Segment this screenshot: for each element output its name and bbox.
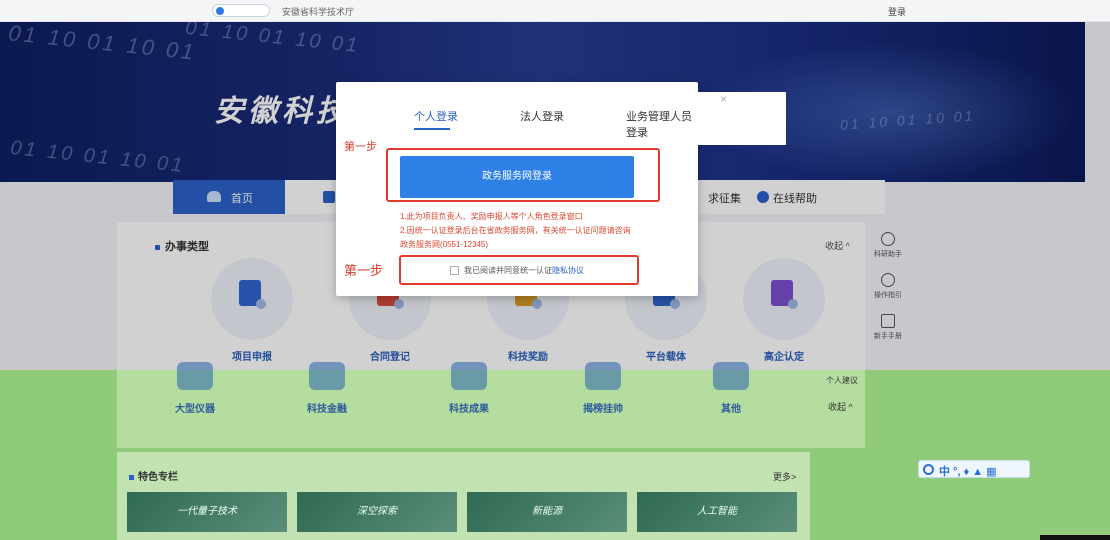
tab-legal-login[interactable]: 法人登录 — [520, 108, 564, 124]
service-instruments[interactable]: 大型仪器 — [155, 362, 235, 415]
collapse-link-2[interactable]: 收起 ^ — [828, 400, 853, 413]
lower-section: 大型仪器 科技金融 科技成果 揭榜挂帅 其他 个人建议 收起 ^ 特色专栏 更多… — [0, 362, 1110, 540]
service-achievements[interactable]: 科技成果 — [429, 362, 509, 415]
features-title: 特色专栏 — [129, 468, 178, 483]
portal-label[interactable]: 安徽省科学技术厅 — [282, 5, 354, 18]
top-bar: 安徽省科学技术厅 登录 — [0, 0, 1110, 22]
ime-status: 中 °, ♦ ▲ ▦ — [939, 466, 997, 478]
login-notes: 1.此为项目负责人、奖励申报人等个人角色登录窗口 2.因统一认证登录后台在省政务… — [400, 212, 631, 249]
services-row-2: 大型仪器 科技金融 科技成果 揭榜挂帅 其他 — [117, 362, 865, 448]
privacy-link[interactable]: 隐私协议 — [552, 266, 584, 275]
feature-card[interactable]: 新能源 — [467, 492, 627, 532]
instrument-icon — [177, 362, 213, 390]
challenge-icon — [585, 362, 621, 390]
taskbar-fragment — [1040, 535, 1110, 540]
step-annotation: 第一步 — [344, 263, 384, 278]
service-challenge[interactable]: 揭榜挂帅 — [563, 362, 643, 415]
login-link[interactable]: 登录 — [888, 5, 906, 18]
feature-card[interactable]: 深空探索 — [297, 492, 457, 532]
feature-card[interactable]: 一代量子技术 — [127, 492, 287, 532]
login-dialog: 个人登录 法人登录 业务管理人员登录 × 第一步 政务服务网登录 1.此为项目负… — [336, 82, 786, 296]
feature-card[interactable]: 人工智能 — [637, 492, 797, 532]
agree-text: 我已阅读并同意统一认证隐私协议 — [464, 266, 584, 275]
ime-toolbar[interactable]: 中 °, ♦ ▲ ▦ — [918, 460, 1030, 478]
tab-personal-login[interactable]: 个人登录 — [414, 108, 458, 124]
gov-service-login-button[interactable]: 政务服务网登录 — [400, 156, 634, 198]
achievement-icon — [451, 362, 487, 390]
service-finance[interactable]: 科技金融 — [287, 362, 367, 415]
tab-staff-login[interactable]: 业务管理人员登录 — [626, 108, 698, 140]
close-icon[interactable]: × — [720, 92, 727, 106]
step-annotation-top: 第一步 — [344, 141, 377, 153]
tool-suggest[interactable]: 个人建议 — [826, 375, 858, 386]
site-logo[interactable] — [212, 4, 270, 17]
service-other[interactable]: 其他 — [691, 362, 771, 415]
agree-checkbox[interactable] — [450, 266, 459, 275]
ime-logo-icon — [923, 464, 934, 475]
features-more-link[interactable]: 更多> — [773, 470, 796, 483]
active-tab-indicator — [414, 128, 450, 130]
finance-icon — [309, 362, 345, 390]
features-panel: 特色专栏 更多> 一代量子技术 深空探索 新能源 人工智能 — [117, 452, 810, 540]
other-icon — [713, 362, 749, 390]
